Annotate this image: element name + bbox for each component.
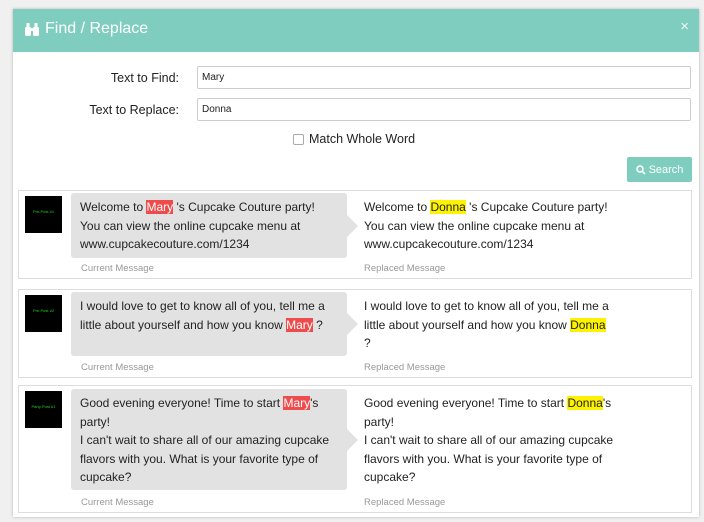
search-button[interactable]: Search <box>627 157 692 182</box>
current-message-label: Current Message <box>81 263 154 274</box>
avatar: Pre-Post #2 <box>25 295 62 332</box>
replace-label: Text to Replace: <box>89 103 179 117</box>
current-text-before: Good evening everyone! Time to start <box>80 396 284 410</box>
find-label: Text to Find: <box>110 71 179 85</box>
find-match-highlight: Mary <box>283 396 311 410</box>
replace-row: Text to Replace: <box>13 98 699 123</box>
replaced-message-text: Good evening everyone! Time to start Don… <box>364 389 634 487</box>
replaced-message-text: I would love to get to know all of you, … <box>364 292 634 353</box>
binoculars-icon <box>24 22 45 37</box>
replaced-message-label: Replaced Message <box>364 362 446 373</box>
current-text-after: ? <box>312 317 323 332</box>
dialog-title-text: Find / Replace <box>45 20 149 37</box>
message-card: Pre-Post #1 Welcome to Mary 's Cupcake C… <box>18 190 692 279</box>
match-whole-word-checkbox[interactable] <box>293 133 304 145</box>
search-icon <box>635 164 646 175</box>
find-row: Text to Find: <box>13 66 699 91</box>
dialog-header: Find / Replace × <box>13 9 699 52</box>
replace-input[interactable] <box>197 98 691 121</box>
replace-match-highlight: Donna <box>567 396 603 410</box>
current-message-bubble: Welcome to Mary 's Cupcake Couture party… <box>71 193 358 258</box>
replaced-text-after: ? <box>364 336 371 350</box>
replaced-text-before: Good evening everyone! Time to start <box>364 396 568 410</box>
find-match-highlight: Mary <box>286 317 313 332</box>
message-card: Party Post #1 Good evening everyone! Tim… <box>18 385 692 513</box>
avatar: Pre-Post #1 <box>25 196 62 233</box>
avatar: Party Post #1 <box>25 391 62 428</box>
current-message-bubble: I would love to get to know all of you, … <box>71 292 358 356</box>
match-whole-word-row[interactable]: Match Whole Word <box>293 132 415 146</box>
replace-match-highlight: Donna <box>570 317 606 332</box>
replace-match-highlight: Donna <box>430 200 466 214</box>
match-whole-word-label: Match Whole Word <box>309 132 416 146</box>
message-card: Pre-Post #2 I would love to get to know … <box>18 289 692 378</box>
find-input[interactable] <box>197 66 691 89</box>
find-replace-dialog: Find / Replace × Text to Find: Text to R… <box>13 9 699 517</box>
current-message-bubble: Good evening everyone! Time to start Mar… <box>71 389 358 490</box>
replaced-message-label: Replaced Message <box>364 263 446 274</box>
current-message-label: Current Message <box>81 497 154 508</box>
replaced-message-label: Replaced Message <box>364 497 446 508</box>
find-match-highlight: Mary <box>146 200 174 214</box>
replaced-message-text: Welcome to Donna 's Cupcake Couture part… <box>364 193 634 254</box>
search-button-label: Search <box>648 163 684 176</box>
current-text-before: Welcome to <box>80 200 147 214</box>
current-message-label: Current Message <box>81 362 154 373</box>
replaced-text-before: Welcome to <box>364 200 431 214</box>
dialog-title: Find / Replace <box>24 20 148 38</box>
close-icon[interactable]: × <box>680 18 689 35</box>
